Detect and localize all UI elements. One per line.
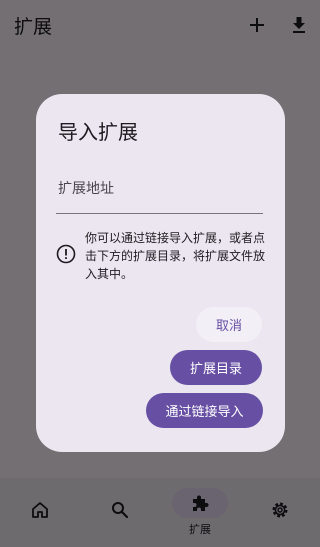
field-underline <box>56 213 263 214</box>
info-icon <box>56 244 76 264</box>
extension-catalog-button[interactable]: 扩展目录 <box>170 350 262 385</box>
dialog-title: 导入扩展 <box>58 120 138 144</box>
import-via-link-button[interactable]: 通过链接导入 <box>146 393 263 428</box>
extension-url-field[interactable]: 扩展地址 <box>58 178 114 198</box>
cancel-button[interactable]: 取消 <box>196 307 262 342</box>
info-message: 你可以通过链接导入扩展，或者点击下方的扩展目录，将扩展文件放入其中。 <box>85 231 266 281</box>
import-extension-dialog: 导入扩展 扩展地址 你可以通过链接导入扩展，或者点击下方的扩展目录，将扩展文件放… <box>36 94 285 452</box>
